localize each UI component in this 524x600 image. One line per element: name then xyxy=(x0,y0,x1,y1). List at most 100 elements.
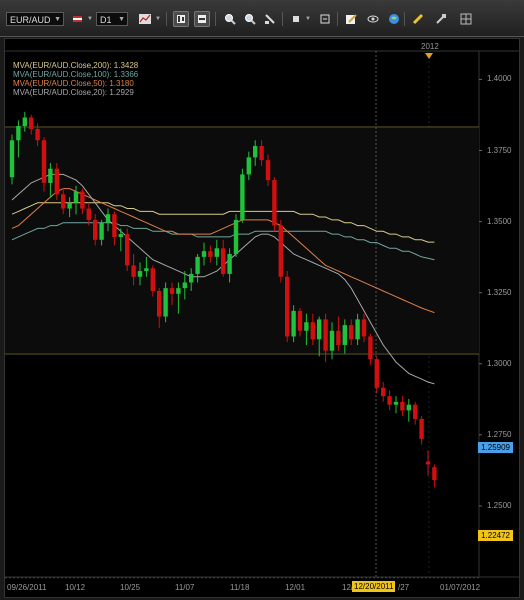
candle-body-27 xyxy=(182,282,187,289)
chevron-down-icon[interactable]: ▼ xyxy=(155,16,161,22)
candle-body-22 xyxy=(150,268,155,291)
candle-body-18 xyxy=(125,234,130,266)
globe-icon[interactable] xyxy=(386,11,402,27)
candle-body-43 xyxy=(285,276,290,337)
candle-body-8 xyxy=(61,194,66,209)
timeframe-dropdown[interactable]: D1 ▼ xyxy=(96,12,128,26)
candle-body-16 xyxy=(112,214,117,237)
chart-area[interactable]: 2012 MVA(EUR/AUD.Close,200): 1.3428 MVA(E… xyxy=(4,38,520,598)
cursor-price-tag: 1.22472 xyxy=(478,530,513,541)
symbol-dropdown[interactable]: EUR/AUD ▼ xyxy=(6,12,64,26)
candle-body-59 xyxy=(387,396,392,405)
candle-body-66 xyxy=(432,467,437,481)
candle-body-62 xyxy=(406,404,411,411)
candle-body-20 xyxy=(137,271,143,277)
time-tick-label: /27 xyxy=(398,583,410,592)
toolbar-separator xyxy=(215,12,216,26)
scale-icon[interactable] xyxy=(262,11,278,27)
candle-body-31 xyxy=(208,251,213,257)
candle-body-26 xyxy=(176,288,181,294)
candle-body-61 xyxy=(400,401,405,411)
candle-body-21 xyxy=(144,268,149,272)
price-tick-label: 1.3500 xyxy=(487,216,512,226)
candle-body-5 xyxy=(41,140,47,183)
candle-body-51 xyxy=(336,330,341,345)
candle-body-42 xyxy=(278,225,283,277)
edit-icon[interactable] xyxy=(343,11,359,27)
refresh-icon[interactable] xyxy=(365,11,381,27)
candle-body-55 xyxy=(361,319,367,337)
time-tick-label: 10/12 xyxy=(65,583,86,592)
chevron-down-icon: ▼ xyxy=(118,16,125,23)
candle-body-63 xyxy=(413,404,418,419)
price-tick-label: 1.4000 xyxy=(487,74,512,84)
candle-body-49 xyxy=(323,319,328,351)
candle-body-2 xyxy=(22,117,27,127)
candle-chart-icon[interactable] xyxy=(194,11,210,27)
candle-body-7 xyxy=(54,168,59,195)
candle-body-65 xyxy=(425,461,431,465)
price-tick-label: 1.2500 xyxy=(487,500,512,510)
candle-body-19 xyxy=(131,265,136,277)
legend-item: MVA(EUR/AUD.Close,100): 1.3366 xyxy=(13,70,139,79)
grid-icon[interactable] xyxy=(458,11,474,27)
pencil-icon[interactable] xyxy=(410,11,426,27)
candle-body-40 xyxy=(265,160,271,181)
toolbar-separator xyxy=(282,12,283,26)
legend-item: MVA(EUR/AUD.Close,20): 1.2929 xyxy=(13,88,134,97)
time-tick-label: 10/25 xyxy=(120,583,141,592)
candle-body-12 xyxy=(86,208,91,220)
chevron-down-icon[interactable]: ▼ xyxy=(305,16,311,22)
candle-body-29 xyxy=(195,256,200,274)
indicator-icon[interactable] xyxy=(288,11,304,27)
flag-icon[interactable] xyxy=(70,11,86,27)
line-chart-icon[interactable] xyxy=(137,11,153,27)
candle-body-17 xyxy=(118,234,123,237)
candle-body-47 xyxy=(310,322,315,340)
year-marker: 2012 xyxy=(421,42,439,51)
candle-body-57 xyxy=(374,359,379,388)
toolbar-separator xyxy=(166,12,167,26)
timeframe-label: D1 xyxy=(100,15,112,25)
chevron-down-icon[interactable]: ▼ xyxy=(87,16,93,22)
settings-icon[interactable] xyxy=(433,11,449,27)
candle-body-41 xyxy=(272,180,277,226)
candle-body-64 xyxy=(419,418,424,439)
chevron-down-icon: ▼ xyxy=(54,16,61,23)
cursor-date-tag: 12/20/2011 xyxy=(352,581,396,592)
candle-body-46 xyxy=(304,322,309,331)
candle-body-44 xyxy=(291,310,296,337)
candle-body-25 xyxy=(169,288,175,294)
current-price-tag: 1.25909 xyxy=(478,442,513,453)
candle-body-53 xyxy=(349,325,354,340)
legend-item: MVA(EUR/AUD.Close,50): 1.3180 xyxy=(13,79,134,88)
candle-body-34 xyxy=(227,254,232,274)
time-tick-label: 12/01 xyxy=(285,583,306,592)
candle-body-15 xyxy=(105,214,111,223)
zoom-in-icon[interactable] xyxy=(222,11,238,27)
candle-body-32 xyxy=(214,248,219,257)
zoom-out-icon[interactable] xyxy=(242,11,258,27)
candle-body-3 xyxy=(29,117,34,129)
candle-body-11 xyxy=(80,191,85,209)
candle-body-35 xyxy=(233,219,239,255)
candle-body-23 xyxy=(157,290,162,317)
price-tick-label: 1.3750 xyxy=(487,145,512,155)
object-icon[interactable] xyxy=(317,11,333,27)
price-tick-label: 1.3250 xyxy=(487,287,512,297)
candle-body-54 xyxy=(355,319,360,340)
bar-chart-icon[interactable] xyxy=(173,11,189,27)
candle-body-9 xyxy=(67,202,72,209)
candle-body-56 xyxy=(368,336,373,360)
candle-body-39 xyxy=(259,145,264,161)
candle-body-28 xyxy=(189,273,194,283)
candle-body-14 xyxy=(99,222,104,240)
toolbar-separator xyxy=(404,12,405,26)
trading-app: EUR/AUD ▼ ▼ D1 ▼ ▼ ▼ 2012 MVA(EUR/AUD.Cl… xyxy=(0,0,524,600)
candle-body-24 xyxy=(163,288,168,317)
time-tick-label: 11/07 xyxy=(175,583,195,592)
time-tick-label: 01/07/2012 xyxy=(440,583,481,592)
symbol-label: EUR/AUD xyxy=(10,15,51,25)
chart-toolbar: EUR/AUD ▼ ▼ D1 ▼ ▼ ▼ xyxy=(0,0,524,37)
price-chart[interactable] xyxy=(5,39,519,597)
